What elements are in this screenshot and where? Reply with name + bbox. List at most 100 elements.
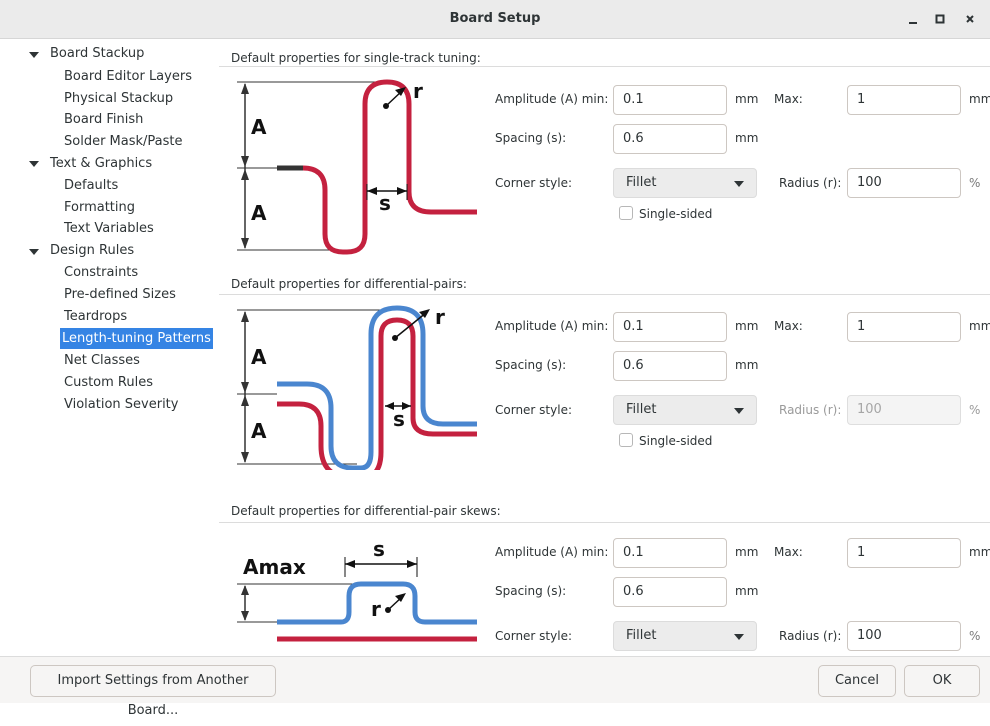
skew-spacing-input[interactable]: 0.6	[613, 577, 727, 607]
tree-item-defaults[interactable]: Defaults	[64, 175, 118, 196]
spacing-label: Spacing (s):	[495, 131, 567, 145]
radius-label: Radius (r):	[779, 629, 842, 643]
unit-percent: %	[969, 176, 981, 190]
skew-corner-style-select[interactable]: Fillet	[613, 621, 757, 651]
single-sided-checkbox[interactable]: Single-sided	[619, 204, 712, 224]
radius-label: r	[435, 305, 445, 329]
expand-caret-icon[interactable]	[29, 52, 39, 58]
radius-label: Radius (r):	[779, 176, 842, 190]
ok-button[interactable]: OK	[904, 665, 980, 697]
unit-mm: mm	[735, 131, 759, 145]
chevron-down-icon	[734, 408, 744, 414]
spacing-label: Spacing (s):	[495, 584, 567, 598]
title-bar: Board Setup	[0, 0, 990, 39]
single-radius-input[interactable]: 100	[847, 168, 961, 198]
section-title-differential-pairs: Default properties for differential-pair…	[231, 277, 467, 291]
tree-item-solder-mask-paste[interactable]: Solder Mask/Paste	[64, 131, 183, 152]
differential-pair-diagram: A A s r	[237, 305, 477, 470]
expand-caret-icon[interactable]	[29, 161, 39, 167]
amplitude-max-label: Amax	[243, 555, 306, 579]
diff-spacing-input[interactable]: 0.6	[613, 351, 727, 381]
amplitude-label: A	[251, 419, 267, 443]
unit-mm: mm	[735, 92, 759, 106]
spacing-label: Spacing (s):	[495, 358, 567, 372]
amplitude-min-label: Amplitude (A) min:	[495, 545, 609, 559]
tree-item-physical-stackup[interactable]: Physical Stackup	[64, 88, 173, 109]
tree-item-net-classes[interactable]: Net Classes	[64, 350, 140, 371]
section-separator	[219, 294, 990, 295]
settings-tree: Board Stackup Board Editor Layers Physic…	[18, 40, 218, 656]
tree-item-constraints[interactable]: Constraints	[64, 262, 138, 283]
dialog-footer: Import Settings from Another Board... Ca…	[0, 656, 990, 718]
single-track-diagram: A A s r	[237, 79, 477, 255]
max-label: Max:	[774, 545, 803, 559]
diff-amplitude-max-input[interactable]: 1	[847, 312, 961, 342]
spacing-label: s	[373, 537, 385, 561]
corner-style-label: Corner style:	[495, 403, 572, 417]
tree-item-board-editor-layers[interactable]: Board Editor Layers	[64, 66, 192, 87]
minimize-icon[interactable]	[903, 9, 923, 29]
chevron-down-icon	[734, 181, 744, 187]
close-icon[interactable]	[960, 9, 980, 29]
corner-style-label: Corner style:	[495, 176, 572, 190]
amplitude-label: A	[251, 115, 267, 139]
diff-amplitude-min-input[interactable]: 0.1	[613, 312, 727, 342]
section-title-skews: Default properties for differential-pair…	[231, 504, 501, 518]
tree-item-text-variables[interactable]: Text Variables	[64, 218, 154, 239]
corner-style-value: Fillet	[626, 402, 657, 417]
checkbox-icon[interactable]	[619, 206, 633, 220]
skew-diagram: Amax s r	[237, 537, 477, 642]
radius-label: r	[371, 597, 381, 621]
tree-item-board-finish[interactable]: Board Finish	[64, 109, 143, 130]
tree-item-formatting[interactable]: Formatting	[64, 197, 135, 218]
tree-item-text-graphics[interactable]: Text & Graphics	[50, 153, 152, 174]
tree-item-length-tuning-patterns[interactable]: Length-tuning Patterns	[60, 328, 213, 349]
skew-amplitude-min-input[interactable]: 0.1	[613, 538, 727, 568]
section-separator	[219, 66, 990, 67]
unit-mm: mm	[735, 358, 759, 372]
amplitude-min-label: Amplitude (A) min:	[495, 92, 609, 106]
unit-mm: mm	[969, 319, 990, 333]
unit-mm: mm	[969, 545, 990, 559]
unit-percent: %	[969, 403, 981, 417]
tree-item-board-stackup[interactable]: Board Stackup	[50, 43, 144, 64]
unit-mm: mm	[735, 545, 759, 559]
chevron-down-icon	[734, 634, 744, 640]
section-separator	[219, 522, 990, 523]
checkbox-icon[interactable]	[619, 433, 633, 447]
section-title-single-track: Default properties for single-track tuni…	[231, 51, 481, 65]
diff-corner-style-select[interactable]: Fillet	[613, 395, 757, 425]
single-sided-label: Single-sided	[639, 434, 713, 448]
single-amplitude-min-input[interactable]: 0.1	[613, 85, 727, 115]
max-label: Max:	[774, 92, 803, 106]
tree-item-violation-severity[interactable]: Violation Severity	[64, 394, 178, 415]
unit-percent: %	[969, 629, 981, 643]
tree-item-teardrops[interactable]: Teardrops	[64, 306, 127, 327]
amplitude-min-label: Amplitude (A) min:	[495, 319, 609, 333]
tree-item-predefined-sizes[interactable]: Pre-defined Sizes	[64, 284, 176, 305]
expand-caret-icon[interactable]	[29, 249, 39, 255]
corner-style-value: Fillet	[626, 628, 657, 643]
import-settings-button[interactable]: Import Settings from Another Board...	[30, 665, 276, 718]
window-title: Board Setup	[449, 11, 541, 26]
unit-mm: mm	[735, 319, 759, 333]
single-corner-style-select[interactable]: Fillet	[613, 168, 757, 198]
unit-mm: mm	[969, 92, 990, 106]
skew-radius-input[interactable]: 100	[847, 621, 961, 651]
cancel-button[interactable]: Cancel	[818, 665, 896, 697]
length-tuning-panel: Default properties for single-track tuni…	[219, 40, 990, 656]
spacing-label: s	[379, 191, 391, 215]
amplitude-label: A	[251, 201, 267, 225]
tree-item-design-rules[interactable]: Design Rules	[50, 240, 134, 261]
single-spacing-input[interactable]: 0.6	[613, 124, 727, 154]
single-sided-label: Single-sided	[639, 207, 713, 221]
single-amplitude-max-input[interactable]: 1	[847, 85, 961, 115]
tree-item-custom-rules[interactable]: Custom Rules	[64, 372, 153, 393]
spacing-label: s	[393, 407, 405, 431]
single-sided-checkbox[interactable]: Single-sided	[619, 431, 712, 451]
diff-radius-input[interactable]: 100	[847, 395, 961, 425]
maximize-icon[interactable]	[930, 9, 950, 29]
skew-amplitude-max-input[interactable]: 1	[847, 538, 961, 568]
corner-style-label: Corner style:	[495, 629, 572, 643]
unit-mm: mm	[735, 584, 759, 598]
